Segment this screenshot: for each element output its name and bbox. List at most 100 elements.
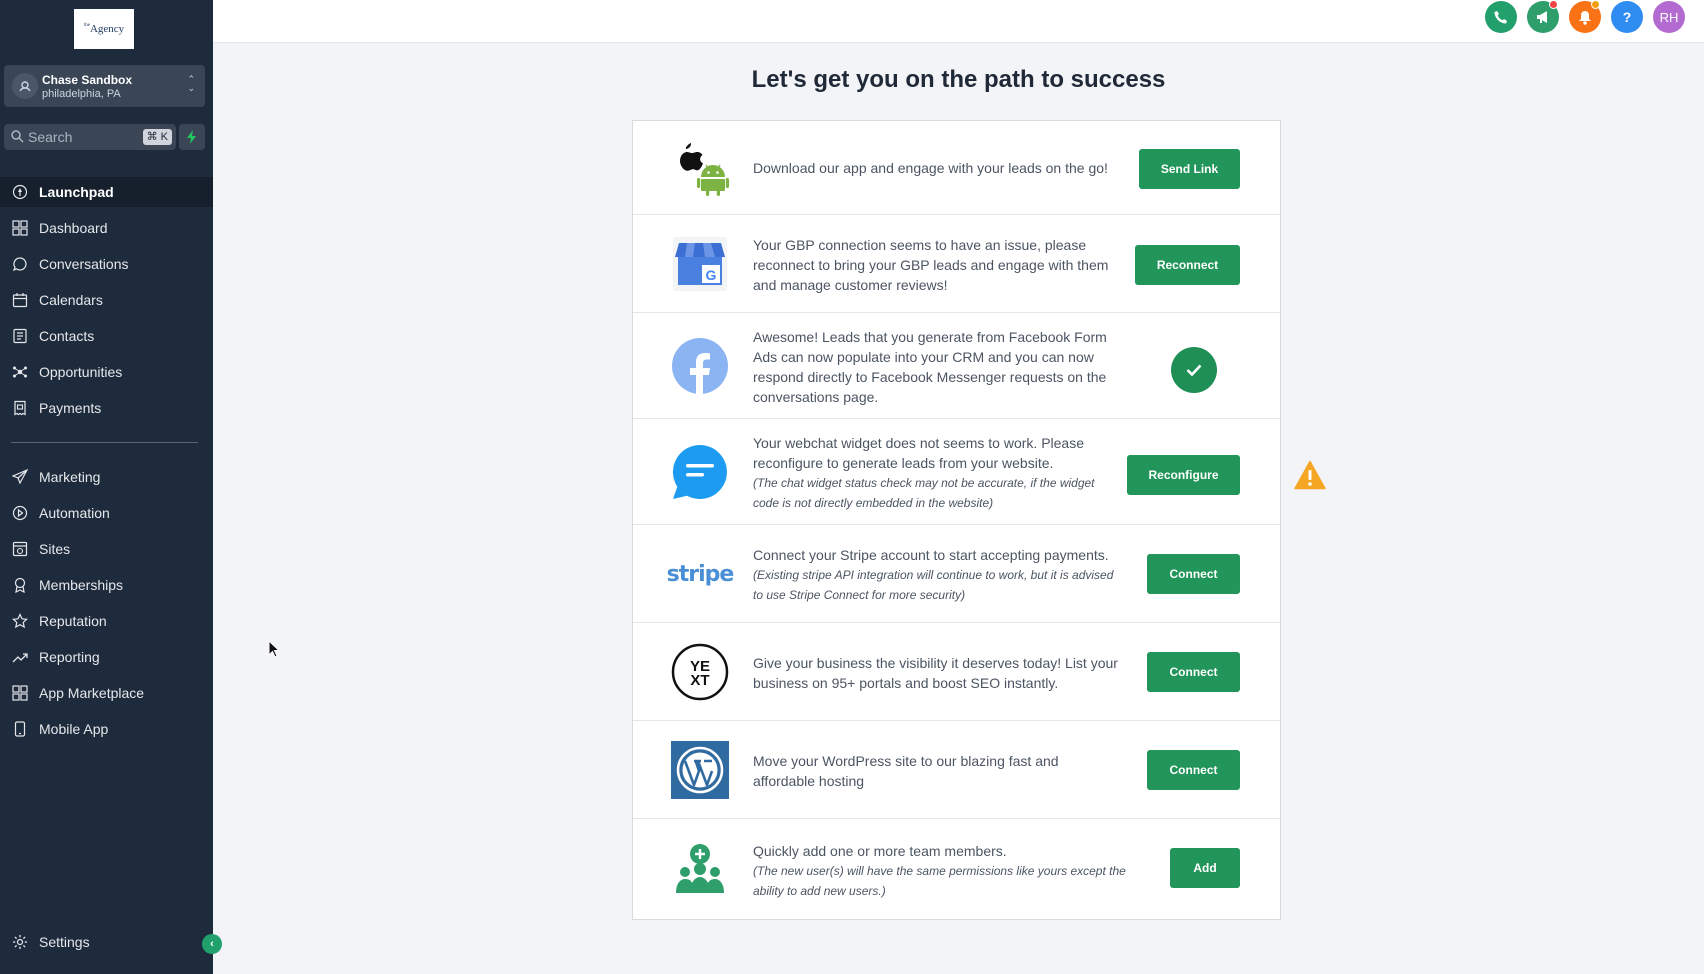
phone-button[interactable] [1485,1,1517,33]
row-description: Your webchat widget does not seems to wo… [753,435,1085,471]
apple-android-icon [671,139,729,197]
chevron-up-down-icon: ⌃ ⌄ [187,74,195,93]
nav-opportunities[interactable]: Opportunities [0,357,213,387]
nav-label: Payments [39,400,102,416]
nav-sites[interactable]: Sites [0,534,213,564]
nav-reputation[interactable]: Reputation [0,606,213,636]
connect-stripe-button[interactable]: Connect [1147,554,1240,594]
row-text: Awesome! Leads that you generate from Fa… [753,327,1118,407]
row-text: Connect your Stripe account to start acc… [753,545,1118,605]
row-text: Quickly add one or more team members. (T… [753,841,1138,901]
nav-label: Conversations [39,256,129,272]
onboarding-row: Move your WordPress site to our blazing … [633,721,1280,819]
row-description: Quickly add one or more team members. [753,843,1007,859]
nav-label: Contacts [39,328,95,344]
nav-payments[interactable]: Payments [0,393,213,423]
svg-text:G: G [706,267,717,283]
facebook-icon [671,337,729,395]
nav-conversations[interactable]: Conversations [0,249,213,279]
location-pin-icon [12,73,38,99]
help-button[interactable]: ? [1611,1,1643,33]
team-add-icon [671,841,729,899]
search-icon [11,130,24,143]
play-circle-icon [12,505,28,521]
row-note: (The new user(s) will have the same perm… [753,864,1126,898]
nav-marketing[interactable]: Marketing [0,462,213,492]
add-team-member-button[interactable]: Add [1170,848,1240,888]
calendar-icon [12,293,28,308]
row-text: Give your business the visibility it des… [753,653,1118,693]
row-note: (Existing stripe API integration will co… [753,568,1114,602]
nav-label: Opportunities [39,364,123,380]
star-icon [12,613,28,629]
rocket-icon [12,184,28,200]
nav-dashboard[interactable]: Dashboard [0,213,213,243]
quick-actions-button[interactable] [179,124,205,150]
reconfigure-button[interactable]: Reconfigure [1127,455,1240,495]
user-avatar[interactable]: RH [1653,1,1685,33]
notification-dot [1591,0,1600,9]
account-switcher[interactable]: Chase Sandbox philadelphia, PA ⌃ ⌄ [4,65,205,107]
sidebar: theAgency Chase Sandbox philadelphia, PA… [0,0,222,974]
onboarding-row: G Your GBP connection seems to have an i… [633,215,1280,313]
announcements-button[interactable] [1527,0,1559,33]
onboarding-row: stripe Connect your Stripe account to st… [633,525,1280,623]
nav-label: Launchpad [39,184,114,200]
connect-yext-button[interactable]: Connect [1147,652,1240,692]
search-shortcut: ⌘ K [142,129,172,145]
row-text: Move your WordPress site to our blazing … [753,751,1118,791]
nav-launchpad[interactable]: Launchpad [0,177,213,207]
send-link-button[interactable]: Send Link [1139,149,1240,189]
sidebar-divider [11,442,198,443]
nav-memberships[interactable]: Memberships [0,570,213,600]
nav-label: Marketing [39,469,101,485]
search-input[interactable] [28,127,138,147]
nav-reporting[interactable]: Reporting [0,642,213,672]
reconnect-button[interactable]: Reconnect [1135,245,1240,285]
onboarding-row: Awesome! Leads that you generate from Fa… [633,313,1280,419]
nav-label: Sites [39,541,71,557]
wordpress-icon [671,741,729,799]
nav-contacts[interactable]: Contacts [0,321,213,351]
svg-text:XT: XT [690,672,709,689]
nav-calendars[interactable]: Calendars [0,285,213,315]
collapse-sidebar-button[interactable]: ‹ [202,934,222,954]
top-bar: ? RH [213,0,1704,43]
megaphone-icon [1536,11,1547,23]
search-box[interactable]: ⌘ K [4,124,176,150]
globe-box-icon [12,541,28,557]
nav-app-marketplace[interactable]: App Marketplace [0,678,213,708]
page-title: Let's get you on the path to success [751,66,1166,93]
lightning-icon [187,130,196,144]
account-name: Chase Sandbox [42,73,133,87]
checkmark-icon [1186,364,1202,376]
warning-triangle-icon[interactable] [1294,460,1326,490]
nav-automation[interactable]: Automation [0,498,213,528]
row-description: Your GBP connection seems to have an iss… [753,237,1109,293]
notification-dot [1549,0,1558,9]
onboarding-row: YE XT Give your business the visibility … [633,623,1280,721]
row-description: Download our app and engage with your le… [753,160,1108,176]
chevron-left-icon: ‹ [210,938,214,950]
stripe-logo: stripe [667,545,735,603]
agency-logo[interactable]: theAgency [74,9,134,49]
grid-icon [12,220,28,236]
google-business-icon: G [671,235,729,293]
send-icon [12,469,28,485]
receipt-icon [14,400,26,416]
help-icon: ? [1622,9,1632,25]
nav-mobile-app[interactable]: Mobile App [0,714,213,744]
onboarding-card: Download our app and engage with your le… [632,120,1281,920]
nav-label: Memberships [39,577,124,593]
nav-label: Mobile App [39,721,109,737]
row-description: Give your business the visibility it des… [753,655,1118,691]
nav-label: Reporting [39,649,100,665]
chat-bubble-icon [12,257,27,272]
nav-label: Automation [39,505,110,521]
row-text: Your webchat widget does not seems to wo… [753,433,1118,513]
phone-device-icon [14,721,26,737]
connect-wordpress-button[interactable]: Connect [1147,750,1240,790]
user-initials: RH [1659,9,1679,25]
notifications-button[interactable] [1569,0,1601,33]
nav-settings[interactable]: Settings [0,927,213,957]
